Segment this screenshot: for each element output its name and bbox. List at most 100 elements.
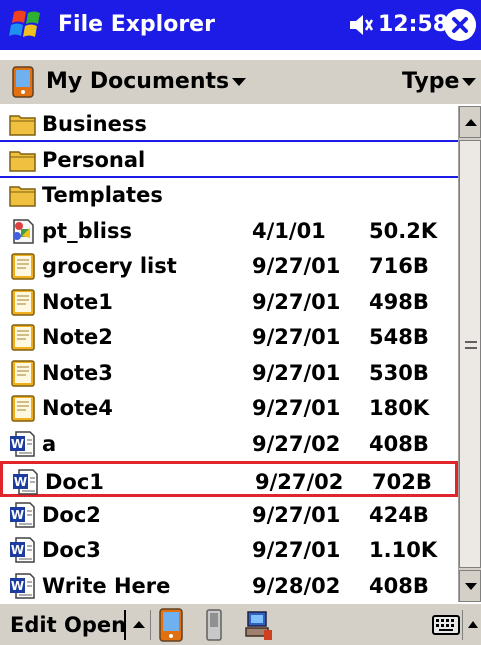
- svg-text:W: W: [11, 543, 24, 557]
- file-date: 9/27/01: [252, 254, 341, 278]
- file-date: 4/1/01: [252, 218, 326, 243]
- word-file-icon: W: [8, 535, 38, 565]
- volume-muted-icon[interactable]: [347, 11, 375, 39]
- file-name: grocery list: [42, 254, 177, 278]
- file-date: 9/28/02: [252, 573, 341, 598]
- folder-row[interactable]: Business: [0, 106, 458, 142]
- word-file-icon: W: [8, 500, 38, 530]
- word-file-icon: W: [11, 467, 41, 497]
- file-name: Note2: [42, 325, 113, 349]
- file-size: 180K: [369, 396, 430, 420]
- folder-icon: [8, 145, 38, 175]
- file-name: Templates: [42, 183, 163, 207]
- file-name: Note1: [42, 289, 113, 314]
- file-name: Business: [42, 112, 147, 136]
- file-size: 498B: [369, 289, 429, 314]
- storage-card-icon[interactable]: [204, 608, 224, 642]
- file-date: 9/27/01: [252, 325, 341, 349]
- open-menu[interactable]: Open: [64, 610, 126, 640]
- file-date: 9/27/01: [252, 538, 341, 562]
- svg-text:W: W: [11, 437, 24, 451]
- file-date: 9/27/01: [252, 502, 341, 527]
- arrow-up-icon: [465, 119, 477, 126]
- file-row[interactable]: Note2 9/27/01 548B: [0, 319, 458, 355]
- file-name: Doc1: [45, 470, 104, 494]
- file-list: Business Personal Templates pt_bliss 4/1/01 5…: [0, 106, 458, 602]
- file-name: Doc3: [42, 538, 101, 562]
- chevron-up-icon[interactable]: [466, 614, 480, 636]
- command-bar: Edit Open: [0, 603, 481, 645]
- location-header: My Documents Type: [0, 60, 481, 104]
- file-name: a: [42, 431, 57, 456]
- file-date: 9/27/02: [255, 470, 344, 494]
- pocket-pc-icon[interactable]: [12, 66, 34, 98]
- file-name: Write Here: [42, 573, 171, 598]
- divider: [124, 610, 126, 640]
- file-size: 424B: [369, 502, 429, 527]
- grip-icon: [465, 341, 477, 349]
- file-size: 408B: [369, 431, 429, 456]
- scroll-down-button[interactable]: [459, 570, 481, 602]
- pocket-pc-icon[interactable]: [158, 608, 184, 642]
- file-row[interactable]: Wa 9/27/02 408B: [0, 426, 458, 462]
- app-title: File Explorer: [58, 12, 215, 37]
- note-file-icon: [8, 358, 38, 388]
- file-date: 9/27/02: [252, 431, 341, 456]
- file-row[interactable]: Note3 9/27/01 530B: [0, 355, 458, 391]
- file-size: 548B: [369, 325, 429, 349]
- file-row[interactable]: Note1 9/27/01 498B: [0, 284, 458, 320]
- chevron-down-icon[interactable]: [462, 78, 476, 86]
- network-computer-icon[interactable]: [244, 608, 274, 642]
- file-row[interactable]: W Doc2 9/27/01 424B: [0, 497, 458, 533]
- file-size: 1.10K: [369, 538, 438, 562]
- note-file-icon: [8, 322, 38, 352]
- file-size: 702B: [372, 470, 432, 494]
- svg-text:W: W: [14, 475, 27, 489]
- file-row[interactable]: pt_bliss 4/1/01 50.2K: [0, 213, 458, 249]
- file-date: 9/27/01: [252, 360, 341, 385]
- divider: [462, 610, 463, 640]
- image-file-icon: [8, 216, 38, 246]
- file-name: Doc2: [42, 502, 101, 527]
- file-row[interactable]: W Doc3 9/27/01 1.10K: [0, 532, 458, 568]
- file-row[interactable]: W Doc1 9/27/02 702B: [0, 461, 458, 497]
- file-size: 50.2K: [369, 218, 438, 243]
- folder-icon: [8, 109, 38, 139]
- arrow-down-icon: [465, 583, 477, 590]
- chevron-up-icon[interactable]: [130, 614, 148, 636]
- folder-row[interactable]: Templates: [0, 177, 458, 213]
- file-size: 408B: [369, 573, 429, 598]
- file-row[interactable]: Note4 9/27/01 180K: [0, 390, 458, 426]
- folder-dropdown[interactable]: My Documents: [46, 68, 229, 96]
- file-size: 530B: [369, 360, 429, 385]
- file-name: Personal: [42, 147, 146, 172]
- file-date: 9/27/01: [252, 396, 341, 420]
- file-row[interactable]: W Write Here 9/28/02 408B: [0, 568, 458, 603]
- clock[interactable]: 12:58: [378, 10, 448, 40]
- keyboard-icon[interactable]: [432, 612, 460, 638]
- folder-row[interactable]: Personal: [0, 142, 458, 178]
- file-name: Note3: [42, 360, 113, 385]
- note-file-icon: [8, 393, 38, 423]
- file-name: pt_bliss: [42, 218, 132, 243]
- svg-text:W: W: [11, 508, 24, 522]
- file-row[interactable]: grocery list 9/27/01 716B: [0, 248, 458, 284]
- file-name: Note4: [42, 396, 113, 420]
- note-file-icon: [8, 251, 38, 281]
- word-file-icon: W: [8, 571, 38, 601]
- edit-menu[interactable]: Edit: [10, 610, 57, 640]
- chevron-down-icon[interactable]: [232, 78, 246, 86]
- divider: [150, 610, 151, 640]
- start-menu-icon[interactable]: [8, 7, 52, 43]
- close-icon[interactable]: [444, 9, 476, 41]
- folder-icon: [8, 180, 38, 210]
- scroll-up-button[interactable]: [459, 106, 481, 138]
- title-bar: File Explorer 12:58: [0, 0, 481, 50]
- file-size: 716B: [369, 254, 429, 278]
- scroll-thumb[interactable]: [459, 140, 481, 568]
- scrollbar[interactable]: [458, 106, 481, 602]
- word-file-icon: W: [8, 429, 38, 459]
- file-date: 9/27/01: [252, 289, 341, 314]
- sort-dropdown[interactable]: Type: [402, 68, 459, 96]
- svg-text:W: W: [11, 579, 24, 593]
